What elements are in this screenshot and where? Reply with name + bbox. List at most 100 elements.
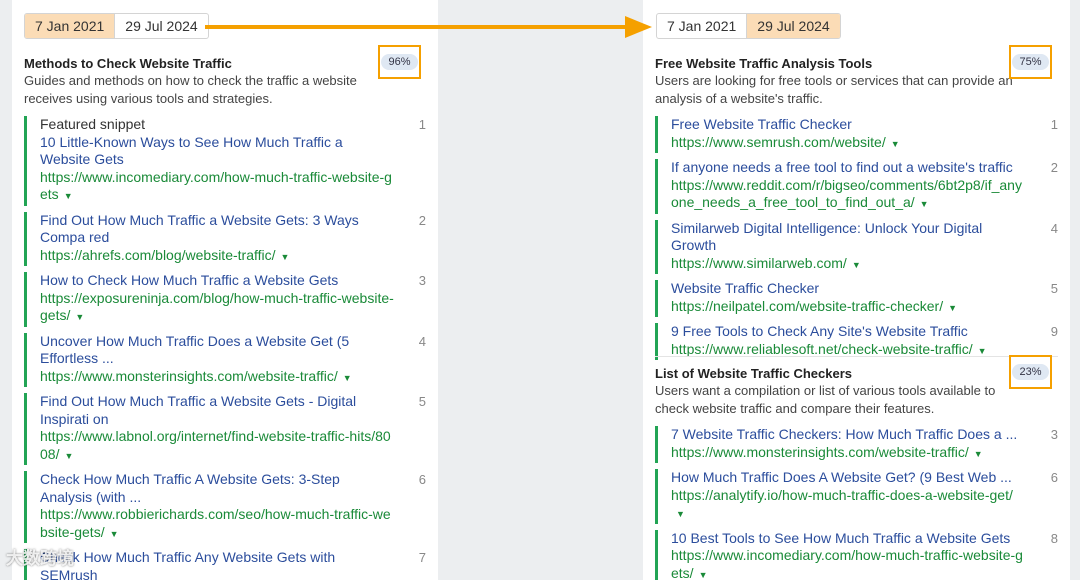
list-item: How Much Traffic Does A Website Get? (9 … (655, 469, 1058, 524)
result-title-link[interactable]: Check How Much Traffic Any Website Gets … (40, 549, 335, 580)
cluster-description: Users are looking for free tools or serv… (655, 73, 1013, 106)
list-item: Featured snippet 10 Little-Known Ways to… (24, 116, 426, 206)
share-highlight-box: 23% (1009, 355, 1052, 389)
list-item: How to Check How Much Traffic a Website … (24, 272, 426, 327)
result-rank: 1 (1050, 117, 1058, 132)
result-title-link[interactable]: 7 Website Traffic Checkers: How Much Tra… (671, 426, 1017, 442)
date-toggle-left: 7 Jan 2021 29 Jul 2024 (24, 13, 209, 39)
cluster-header: Free Website Traffic Analysis Tools User… (655, 55, 1058, 108)
result-rank: 2 (418, 212, 426, 228)
chevron-down-icon[interactable]: ▼ (920, 199, 929, 209)
result-title-link[interactable]: Free Website Traffic Checker (671, 116, 852, 132)
chevron-down-icon[interactable]: ▼ (110, 529, 119, 539)
result-rank: 4 (418, 333, 426, 349)
list-item: Find Out How Much Traffic a Website Gets… (24, 211, 426, 266)
list-item: Check How Much Traffic Any Website Gets … (24, 549, 426, 580)
list-item: Find Out How Much Traffic a Website Gets… (24, 393, 426, 465)
result-rank: 4 (1050, 220, 1058, 236)
results-list: 7 Website Traffic Checkers: How Much Tra… (655, 426, 1058, 580)
share-highlight-box: 75% (1009, 45, 1052, 79)
cluster-description: Guides and methods on how to check the t… (24, 73, 357, 106)
result-title-link[interactable]: Find Out How Much Traffic a Website Gets… (40, 212, 359, 246)
result-rank: 5 (1050, 281, 1058, 296)
date-option-jul-2024[interactable]: 29 Jul 2024 (746, 14, 840, 38)
result-rank: 7 (418, 550, 426, 565)
chevron-down-icon[interactable]: ▼ (64, 451, 73, 461)
result-title-link[interactable]: How Much Traffic Does A Website Get? (9 … (671, 469, 1012, 485)
result-title-link[interactable]: Uncover How Much Traffic Does a Website … (40, 333, 349, 367)
featured-snippet-label: Featured snippet (40, 116, 146, 132)
result-url[interactable]: https://www.incomediary.com/how-much-tra… (671, 547, 1023, 580)
chevron-down-icon[interactable]: ▼ (343, 373, 352, 383)
chevron-down-icon[interactable]: ▼ (978, 346, 987, 356)
results-list: Featured snippet 10 Little-Known Ways to… (24, 116, 426, 580)
list-item: Uncover How Much Traffic Does a Website … (24, 332, 426, 387)
result-rank: 3 (418, 273, 426, 288)
result-url[interactable]: https://exposureninja.com/blog/how-much-… (40, 290, 394, 324)
result-title-link[interactable]: If anyone needs a free tool to find out … (671, 159, 1013, 175)
list-item: 7 Website Traffic Checkers: How Much Tra… (655, 426, 1058, 463)
date-option-jan-2021[interactable]: 7 Jan 2021 (657, 14, 746, 38)
results-list: Free Website Traffic Checker https://www… (655, 116, 1058, 366)
result-rank: 6 (1050, 470, 1058, 485)
chevron-down-icon[interactable]: ▼ (974, 449, 983, 459)
result-rank: 8 (1050, 530, 1058, 546)
result-rank: 1 (418, 117, 426, 132)
watermark-logo: 大数跨境 (6, 549, 74, 568)
result-rank: 3 (1050, 427, 1058, 442)
cluster-header: List of Website Traffic Checkers Users w… (655, 365, 1058, 418)
result-rank: 5 (418, 394, 426, 409)
result-title-link[interactable]: Find Out How Much Traffic a Website Gets… (40, 393, 356, 427)
result-title-link[interactable]: Check How Much Traffic A Website Gets: 3… (40, 471, 340, 505)
result-url[interactable]: https://www.similarweb.com/ (671, 255, 847, 271)
result-url[interactable]: https://analytify.io/how-much-traffic-do… (671, 487, 1013, 503)
arrow-right-icon (205, 16, 652, 38)
share-badge: 75% (1012, 54, 1049, 70)
result-title-link[interactable]: Website Traffic Checker (671, 280, 819, 296)
chevron-down-icon[interactable]: ▼ (75, 312, 84, 322)
chevron-down-icon[interactable]: ▼ (852, 260, 861, 270)
chevron-down-icon[interactable]: ▼ (281, 252, 290, 262)
result-rank: 2 (1050, 160, 1058, 175)
result-title-link[interactable]: 10 Best Tools to See How Much Traffic a … (671, 530, 1010, 546)
date-toggle-right: 7 Jan 2021 29 Jul 2024 (656, 13, 841, 39)
chevron-down-icon[interactable]: ▼ (891, 139, 900, 149)
right-panel: 7 Jan 2021 29 Jul 2024 Free Website Traf… (643, 0, 1070, 580)
date-option-jul-2024[interactable]: 29 Jul 2024 (114, 14, 207, 38)
result-title-link[interactable]: How to Check How Much Traffic a Website … (40, 272, 338, 288)
list-item: Similarweb Digital Intelligence: Unlock … (655, 219, 1058, 274)
result-url[interactable]: https://www.reddit.com/r/bigseo/comments… (671, 177, 1022, 211)
cluster-title: List of Website Traffic Checkers (655, 366, 852, 381)
result-url[interactable]: https://www.robbierichards.com/seo/how-m… (40, 506, 391, 540)
chevron-down-icon[interactable]: ▼ (676, 509, 685, 519)
result-url[interactable]: https://www.incomediary.com/how-much-tra… (40, 169, 392, 203)
share-badge: 23% (1012, 364, 1049, 380)
share-badge: 96% (381, 54, 418, 70)
chevron-down-icon[interactable]: ▼ (699, 570, 708, 580)
cluster-title: Methods to Check Website Traffic (24, 56, 232, 71)
result-url[interactable]: https://www.reliablesoft.net/check-websi… (671, 341, 973, 357)
result-url[interactable]: https://www.labnol.org/internet/find-web… (40, 428, 391, 462)
result-title-link[interactable]: 9 Free Tools to Check Any Site's Website… (671, 323, 968, 339)
result-rank: 6 (418, 472, 426, 487)
chevron-down-icon[interactable]: ▼ (64, 191, 73, 201)
left-panel: 7 Jan 2021 29 Jul 2024 Methods to Check … (12, 0, 438, 580)
result-title-link[interactable]: Similarweb Digital Intelligence: Unlock … (671, 220, 982, 254)
list-item: Website Traffic Checker https://neilpate… (655, 280, 1058, 317)
list-item: Check How Much Traffic A Website Gets: 3… (24, 471, 426, 543)
list-item: Free Website Traffic Checker https://www… (655, 116, 1058, 153)
cluster-description: Users want a compilation or list of vari… (655, 383, 996, 416)
result-url[interactable]: https://neilpatel.com/website-traffic-ch… (671, 298, 943, 314)
list-item: 10 Best Tools to See How Much Traffic a … (655, 529, 1058, 580)
date-option-jan-2021[interactable]: 7 Jan 2021 (25, 14, 115, 38)
result-url[interactable]: https://www.semrush.com/website/ (671, 134, 886, 150)
cluster-title: Free Website Traffic Analysis Tools (655, 56, 873, 71)
result-url[interactable]: https://ahrefs.com/blog/website-traffic/ (40, 247, 276, 263)
result-url[interactable]: https://www.monsterinsights.com/website-… (671, 444, 969, 460)
list-item: If anyone needs a free tool to find out … (655, 159, 1058, 214)
cluster-divider (655, 356, 1058, 357)
share-highlight-box: 96% (378, 45, 421, 79)
result-title-link[interactable]: 10 Little-Known Ways to See How Much Tra… (40, 134, 343, 168)
result-url[interactable]: https://www.monsterinsights.com/website-… (40, 368, 338, 384)
chevron-down-icon[interactable]: ▼ (948, 303, 957, 313)
